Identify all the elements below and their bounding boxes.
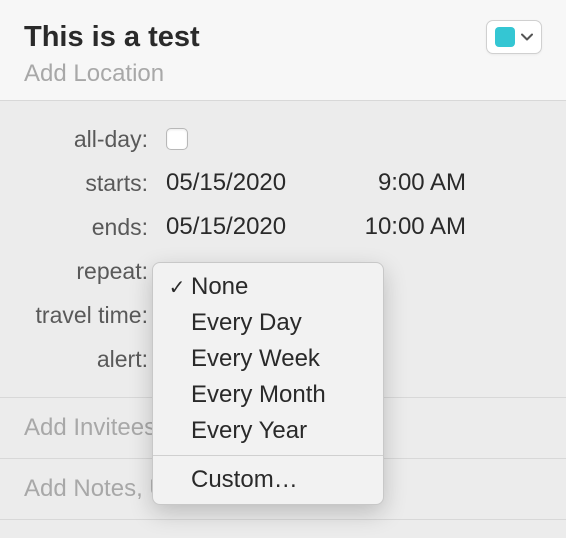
repeat-option-every-day[interactable]: Every Day xyxy=(153,305,383,341)
calendar-color-selector[interactable] xyxy=(486,20,542,54)
ends-label: ends: xyxy=(24,214,166,241)
repeat-option-label: Every Week xyxy=(191,345,320,373)
alert-label: alert: xyxy=(24,346,166,373)
all-day-checkbox[interactable] xyxy=(166,128,188,150)
repeat-option-every-week[interactable]: Every Week xyxy=(153,341,383,377)
travel-time-label: travel time: xyxy=(24,302,166,329)
repeat-option-label: Every Day xyxy=(191,309,302,337)
starts-label: starts: xyxy=(24,170,166,197)
repeat-option-every-month[interactable]: Every Month xyxy=(153,377,383,413)
repeat-label: repeat: xyxy=(24,258,166,285)
starts-time[interactable]: 9:00 AM xyxy=(336,169,466,197)
repeat-option-label: Every Year xyxy=(191,417,307,445)
repeat-dropdown-menu: ✓ None Every Day Every Week Every Month … xyxy=(152,262,384,505)
repeat-option-none[interactable]: ✓ None xyxy=(153,269,383,305)
ends-time[interactable]: 10:00 AM xyxy=(336,213,466,241)
checkmark-icon: ✓ xyxy=(163,275,191,300)
menu-separator xyxy=(153,455,383,456)
location-field[interactable]: Add Location xyxy=(24,60,542,88)
repeat-option-custom[interactable]: Custom… xyxy=(153,462,383,498)
ends-date[interactable]: 05/15/2020 xyxy=(166,213,336,241)
all-day-label: all-day: xyxy=(24,126,166,153)
repeat-option-label: None xyxy=(191,273,248,301)
repeat-option-label: Custom… xyxy=(191,466,298,494)
starts-date[interactable]: 05/15/2020 xyxy=(166,169,336,197)
chevron-down-icon xyxy=(521,31,533,43)
repeat-option-every-year[interactable]: Every Year xyxy=(153,413,383,449)
repeat-option-label: Every Month xyxy=(191,381,326,409)
event-title[interactable]: This is a test xyxy=(24,21,200,54)
color-swatch-icon xyxy=(495,27,515,47)
